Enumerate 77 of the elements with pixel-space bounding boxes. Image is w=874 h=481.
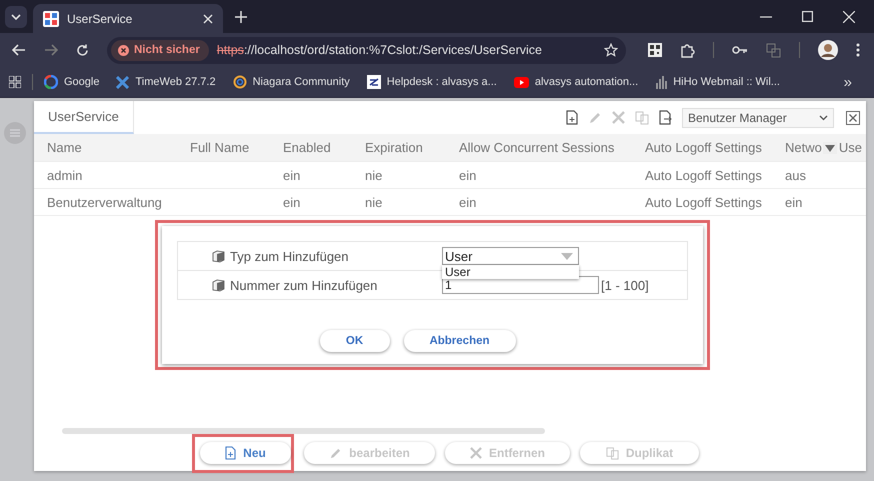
ring-icon <box>232 75 247 89</box>
table-cell-text: nie <box>364 168 384 182</box>
table-cell-text: ein <box>282 194 302 210</box>
new-document-icon <box>225 446 236 460</box>
range-hint: [1 - 100] <box>601 278 649 292</box>
table-cell-text: ein <box>458 168 478 182</box>
caret-icon <box>561 252 573 260</box>
close-icon[interactable] <box>846 110 860 124</box>
type-select[interactable]: User <box>442 247 579 265</box>
play-icon <box>514 76 529 88</box>
caret-icon <box>11 14 21 20</box>
error-circle-icon <box>118 44 129 56</box>
caret-icon <box>819 114 828 120</box>
field-label: Nummer zum Hinzufügen <box>230 278 378 292</box>
puzzle-icon[interactable] <box>680 42 695 58</box>
table-cell-text: Benutzerverwaltung <box>46 194 163 210</box>
bookmark-link[interactable]: TimeWeb 27.7.2 <box>116 76 216 88</box>
table-cell-text: ein <box>282 168 302 182</box>
table-cell-text: ein <box>784 194 804 210</box>
avatar-icon[interactable] <box>818 40 838 60</box>
plus-icon[interactable] <box>235 10 247 22</box>
table-cell-text: ein <box>458 194 478 210</box>
tab-search-button[interactable] <box>5 6 27 28</box>
column-header[interactable]: Allow Concurrent Sessions <box>446 140 632 155</box>
more-bookmarks-button[interactable]: » <box>844 74 852 90</box>
delete-icon <box>470 447 482 459</box>
star-icon[interactable] <box>604 43 618 57</box>
new-document-icon[interactable] <box>566 110 578 125</box>
bookmark-link[interactable]: Google <box>44 75 100 89</box>
column-header[interactable]: Expiration <box>352 140 446 155</box>
column-header[interactable]: Use <box>836 140 862 155</box>
scrollbar[interactable] <box>62 428 545 434</box>
back-icon[interactable] <box>12 44 26 56</box>
address-field[interactable]: Nicht sicher https://localhost/ord/station:%7Cslot:/Services/UserService <box>107 36 626 64</box>
table-cell-text: Auto Logoff Settings <box>644 168 763 182</box>
forward-icon[interactable] <box>44 44 58 56</box>
reload-icon[interactable] <box>76 44 89 56</box>
apps-grid-icon[interactable] <box>9 76 21 88</box>
dialog-button[interactable]: Abbrechen <box>404 330 516 352</box>
column-header[interactable]: Full Name <box>177 140 270 155</box>
square-logo-icon <box>366 75 381 89</box>
bars-icon <box>655 75 668 89</box>
column-header[interactable]: Auto Logoff Settings <box>632 140 772 155</box>
cube-icon <box>212 250 225 262</box>
table-cell-text: admin <box>46 168 84 182</box>
translate-icon[interactable] <box>766 42 781 58</box>
more-icon[interactable] <box>856 43 860 57</box>
security-chip[interactable]: Nicht sicher <box>111 40 209 60</box>
pencil-icon <box>329 446 342 460</box>
field-label: Typ zum Hinzufügen <box>230 248 350 264</box>
minimize-icon[interactable] <box>760 16 772 18</box>
column-header[interactable]: Name <box>34 140 177 155</box>
dialog-button[interactable]: OK <box>320 330 390 352</box>
key-icon[interactable] <box>732 45 748 55</box>
dropdown-option[interactable]: User <box>442 265 579 279</box>
document-arrow-icon[interactable] <box>659 110 672 125</box>
bookmark-link[interactable]: Niagara Community <box>232 75 350 89</box>
bookmark-link[interactable]: Helpdesk : alvasys a... <box>366 75 497 89</box>
bookmark-link[interactable]: HiHo Webmail :: Wil... <box>655 75 780 89</box>
column-header[interactable]: Netwo <box>772 140 822 155</box>
cross-icon <box>116 76 130 88</box>
number-field[interactable]: 1 <box>442 276 599 294</box>
table-cell-text: Auto Logoff Settings <box>644 194 763 210</box>
url-text: https://localhost/ord/station:%7Cslot:/Services/UserService <box>216 43 543 57</box>
qr-code-icon[interactable] <box>648 43 662 57</box>
maximize-icon[interactable] <box>802 11 813 22</box>
duplicate-icon <box>606 446 619 460</box>
table-cell-text: nie <box>364 194 384 210</box>
tab-title: UserService <box>67 12 134 26</box>
cube-icon <box>212 278 225 292</box>
browser-tab[interactable]: UserService <box>33 4 223 33</box>
table-cell-text: aus <box>784 168 807 182</box>
column-header[interactable]: Enabled <box>270 140 352 155</box>
action-button[interactable]: Neu <box>200 442 291 464</box>
grid-logo-icon <box>43 10 59 26</box>
bookmark-link[interactable]: alvasys automation... <box>514 76 638 88</box>
view-select[interactable]: Benutzer Manager <box>682 108 834 128</box>
